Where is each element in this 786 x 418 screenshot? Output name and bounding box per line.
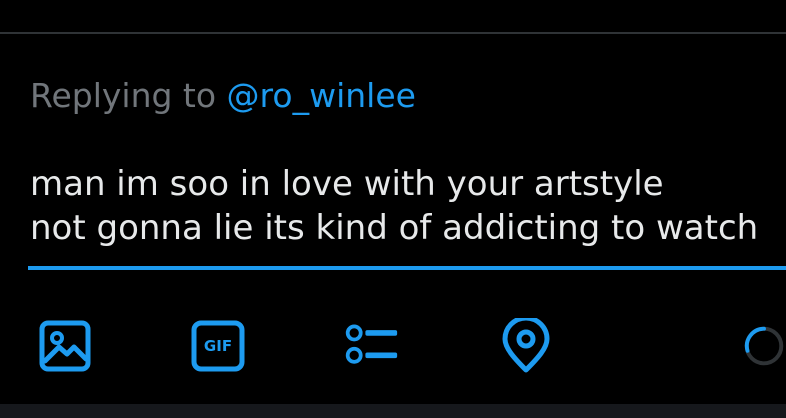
bottom-bar <box>0 404 786 418</box>
image-icon <box>39 320 91 372</box>
input-focus-underline <box>28 266 786 270</box>
replying-to-label: Replying to <box>30 76 217 115</box>
poll-icon <box>345 324 398 364</box>
add-image-button[interactable] <box>37 318 93 374</box>
add-poll-button[interactable] <box>343 318 399 374</box>
reply-text-input[interactable]: man im soo in love with your artstyle no… <box>30 162 786 250</box>
reply-text-line: man im soo in love with your artstyle <box>30 164 664 204</box>
character-count-icon <box>744 326 784 366</box>
reply-text-line: not gonna lie its kind of addicting to w… <box>30 208 759 248</box>
add-gif-button[interactable]: GIF <box>190 318 246 374</box>
location-icon <box>502 318 550 373</box>
character-count-indicator <box>742 318 786 374</box>
add-location-button[interactable] <box>498 318 554 374</box>
gif-label: GIF <box>203 337 233 355</box>
replying-to-line: Replying to @ro_winlee <box>30 74 416 118</box>
reply-handle-link[interactable]: @ro_winlee <box>227 76 416 115</box>
top-divider <box>0 32 786 34</box>
